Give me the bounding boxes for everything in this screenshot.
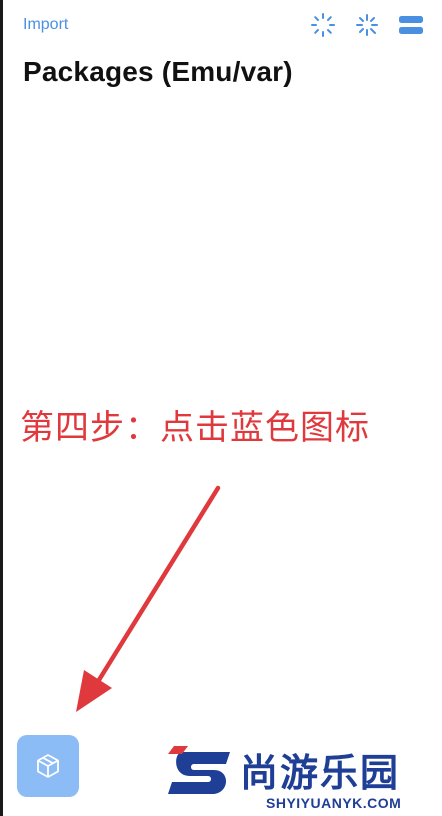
- loading-spinner-icon[interactable]: [310, 12, 336, 38]
- watermark: 尚游乐园 SHYIYUANYK.COM: [160, 740, 442, 816]
- import-button[interactable]: Import: [23, 16, 68, 34]
- package-icon: [37, 754, 59, 778]
- package-button[interactable]: [17, 735, 79, 797]
- list-toggle-icon[interactable]: [398, 12, 424, 38]
- watermark-url: SHYIYUANYK.COM: [266, 795, 402, 811]
- toolbar: [310, 12, 424, 38]
- watermark-logo-icon: [168, 746, 230, 794]
- tutorial-annotation: 第四步：点击蓝色图标: [20, 408, 370, 448]
- sparkle-icon[interactable]: [354, 12, 380, 38]
- page-title: Packages (Emu/var): [23, 56, 293, 87]
- watermark-name: 尚游乐园: [240, 751, 401, 795]
